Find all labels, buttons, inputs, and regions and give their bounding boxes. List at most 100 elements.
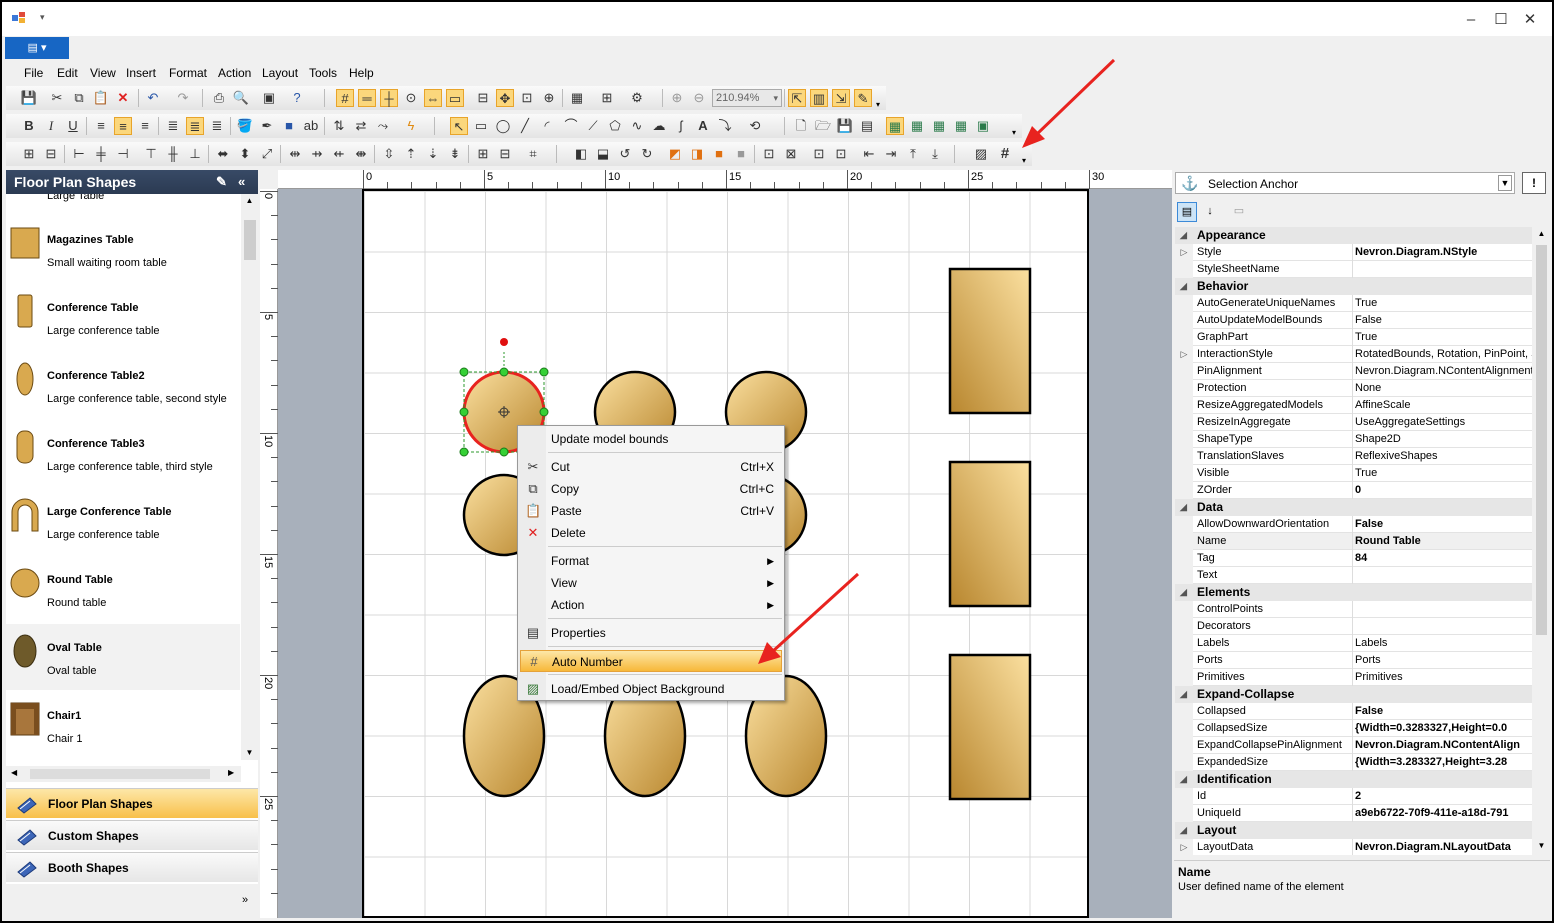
property-value[interactable]: Labels	[1355, 637, 1532, 649]
align-lefts-icon[interactable]: ⊢	[70, 145, 88, 163]
guides-toggle-icon[interactable]: ┼	[380, 89, 398, 107]
print-icon[interactable]: ⎙	[210, 89, 228, 107]
property-value[interactable]: 2	[1355, 790, 1532, 802]
grid-toggle-icon[interactable]: #	[336, 89, 354, 107]
arrange-icon[interactable]: ⇲	[832, 89, 850, 107]
view-icon[interactable]: ⊡	[518, 89, 536, 107]
property-row[interactable]: Primitives Primitives	[1175, 669, 1532, 686]
property-row[interactable]: CollapsedSize {Width=0.3283327,Height=0.0	[1175, 720, 1532, 737]
property-value[interactable]: Shape2D	[1355, 433, 1532, 445]
pointer-tool-icon[interactable]: ↖	[450, 117, 468, 135]
property-row[interactable]: AutoUpdateModelBounds False	[1175, 312, 1532, 329]
shape-item[interactable]: Oval Table Oval table	[6, 624, 240, 690]
property-row[interactable]: ▷ LayoutData Nevron.Diagram.NLayoutData	[1175, 839, 1532, 855]
bring-forward-icon[interactable]: ◨	[688, 145, 706, 163]
property-pages-icon[interactable]: !	[1522, 172, 1546, 194]
property-row[interactable]: Text	[1175, 567, 1532, 584]
property-value[interactable]: Nevron.Diagram.NContentAlignment	[1355, 365, 1532, 377]
fit-width-icon[interactable]: ⇔	[424, 89, 442, 107]
panel-5-icon[interactable]: ▣	[974, 117, 992, 135]
property-value[interactable]: None	[1355, 382, 1532, 394]
category-booth-shapes[interactable]: Booth Shapes	[6, 852, 258, 882]
same-height-icon[interactable]: ⬍	[236, 145, 254, 163]
property-row[interactable]: Tag 84	[1175, 550, 1532, 567]
menu-item-load-embed-background[interactable]: ▨ Load/Embed Object Background	[520, 678, 782, 700]
send-to-back-icon[interactable]: ■	[732, 145, 750, 163]
menu-item-properties[interactable]: ▤ Properties	[520, 622, 782, 644]
toolbar3-overflow-icon[interactable]: ▾	[1022, 156, 1026, 165]
property-value[interactable]: UseAggregateSettings	[1355, 416, 1532, 428]
flip-vertical-icon[interactable]: ⬓	[594, 145, 612, 163]
property-row[interactable]: AutoGenerateUniqueNames True	[1175, 295, 1532, 312]
connector-icon[interactable]: ⇅	[330, 117, 348, 135]
save-icon[interactable]: 💾	[20, 89, 38, 107]
property-row[interactable]: PinAlignment Nevron.Diagram.NContentAlign…	[1175, 363, 1532, 380]
menu-insert[interactable]: Insert	[126, 66, 156, 80]
expand-triangle-icon[interactable]: ▷	[1175, 839, 1193, 855]
text-tool-icon[interactable]: A	[694, 117, 712, 135]
polygon-tool-icon[interactable]: ⬠	[606, 117, 624, 135]
italic-icon[interactable]: I	[42, 117, 60, 135]
collapse-triangle-icon[interactable]: ◢	[1180, 278, 1187, 295]
menu-format[interactable]: Format	[169, 66, 207, 80]
minimize-button[interactable]: –	[1461, 10, 1481, 30]
menu-file[interactable]: File	[24, 66, 43, 80]
property-value[interactable]: Nevron.Diagram.NStyle	[1355, 246, 1532, 258]
collapse-triangle-icon[interactable]: ◢	[1180, 227, 1187, 244]
line-tool-icon[interactable]: ╱	[516, 117, 534, 135]
pan-icon[interactable]: ✥	[496, 89, 514, 107]
redo-icon[interactable]: ↷	[174, 89, 192, 107]
ungroup-icon[interactable]: ⊟	[42, 145, 60, 163]
toolbar-overflow-icon[interactable]: ▾	[876, 100, 880, 109]
menu-layout[interactable]: Layout	[262, 66, 298, 80]
quick-access-dropdown-icon[interactable]: ▾	[40, 12, 45, 23]
property-row[interactable]: Id 2	[1175, 788, 1532, 805]
zoom-in-icon[interactable]: ⊕	[668, 89, 686, 107]
property-value[interactable]: a9eb6722-70f9-411e-a18d-791	[1355, 807, 1532, 819]
panel-4-icon[interactable]: ▦	[952, 117, 970, 135]
image-export-icon[interactable]: ▣	[260, 89, 278, 107]
shape-list-hscrollbar[interactable]: ◀ ▶	[6, 766, 241, 782]
align-middle-icon[interactable]: ≣	[186, 117, 204, 135]
property-value[interactable]: Nevron.Diagram.NContentAlign	[1355, 739, 1532, 751]
auto-number-icon[interactable]: #	[996, 145, 1014, 163]
shape-item[interactable]: Magazines Table Small waiting room table	[6, 216, 240, 282]
save-document-icon[interactable]: 💾	[836, 117, 854, 135]
closed-curve-tool-icon[interactable]: ☁	[650, 117, 668, 135]
property-value[interactable]: True	[1355, 297, 1532, 309]
increase-horiz-icon[interactable]: ⇸	[308, 145, 326, 163]
snap-dropdown-icon[interactable]: ⊞	[598, 89, 616, 107]
copy-icon[interactable]: ⧉	[70, 89, 88, 107]
flip-horizontal-icon[interactable]: ◧	[572, 145, 590, 163]
load-embed-background-icon[interactable]: ▨	[972, 145, 990, 163]
property-row[interactable]: ResizeAggregatedModels AffineScale	[1175, 397, 1532, 414]
shape-item[interactable]: Large Conference Table Large conference t…	[6, 488, 240, 554]
bounds-2-icon[interactable]: ⊠	[782, 145, 800, 163]
property-row[interactable]: Visible True	[1175, 465, 1532, 482]
categorized-icon[interactable]: ▤	[1177, 202, 1197, 222]
property-value[interactable]: 0	[1355, 484, 1532, 496]
property-row[interactable]: UniqueId a9eb6722-70f9-411e-a18d-791	[1175, 805, 1532, 822]
conference-table[interactable]	[948, 267, 1032, 415]
category-floor-plan-shapes[interactable]: Floor Plan Shapes	[6, 788, 258, 818]
menu-tools[interactable]: Tools	[309, 66, 337, 80]
open-icon[interactable]: 🗁	[814, 117, 832, 135]
collapse-triangle-icon[interactable]: ◢	[1180, 822, 1187, 839]
layout-dropdown-icon[interactable]: ⌗	[524, 145, 542, 163]
lightning-icon[interactable]: ϟ	[402, 117, 420, 135]
scroll-down-icon[interactable]: ▼	[241, 748, 258, 757]
menu-edit[interactable]: Edit	[57, 66, 78, 80]
edit-library-icon[interactable]: ✎	[216, 170, 227, 194]
property-value[interactable]: {Width=0.3283327,Height=0.0	[1355, 722, 1532, 734]
shape-item[interactable]: Conference Table3 Large conference table,…	[6, 420, 240, 486]
scroll-right-icon[interactable]: ▶	[228, 768, 234, 777]
property-row[interactable]: ExpandedSize {Width=3.283327,Height=3.28	[1175, 754, 1532, 771]
shape-item[interactable]: Conference Table Large conference table	[6, 284, 240, 350]
table-icon[interactable]: ▥	[810, 89, 828, 107]
collapse-triangle-icon[interactable]: ◢	[1180, 584, 1187, 601]
menu-item-copy[interactable]: ⧉ Copy Ctrl+C	[520, 478, 782, 500]
property-row[interactable]: StyleSheetName	[1175, 261, 1532, 278]
menu-item-auto-number[interactable]: # Auto Number	[520, 650, 782, 672]
bezier-tool-icon[interactable]: ∿	[628, 117, 646, 135]
cut-icon[interactable]: ✂	[48, 89, 66, 107]
